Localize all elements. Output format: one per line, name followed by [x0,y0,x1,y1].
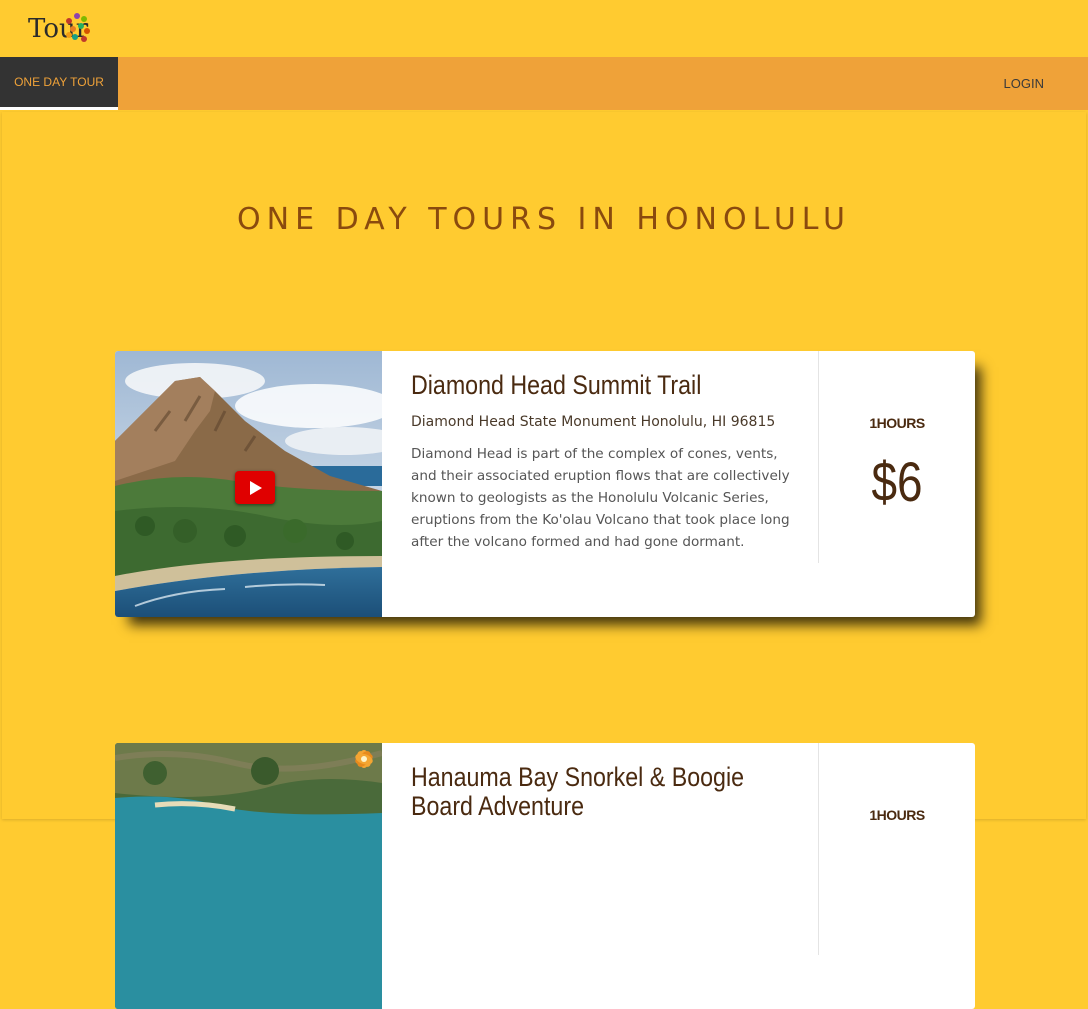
card-divider [818,743,819,955]
flower-badge-icon [355,750,373,768]
site-logo[interactable]: Tour [26,10,96,50]
hanauma-bay-photo [115,743,382,1009]
card-divider [818,351,819,563]
tour-price: $6 [871,450,923,513]
youtube-play-icon[interactable] [235,471,275,504]
nav-tab-label: ONE DAY TOUR [14,75,104,89]
tour-duration: 1HOURS [869,415,925,431]
tour-title[interactable]: Diamond Head Summit Trail [411,371,764,400]
page-title: ONE DAY TOURS IN HONOLULU [237,202,851,237]
tour-address: Diamond Head State Monument Honolulu, HI… [411,414,776,430]
main-navbar: ONE DAY TOUR LOGIN [0,57,1088,110]
tour-image[interactable] [115,743,382,1009]
logo-text: Tour [28,14,89,44]
tour-description: Diamond Head is part of the complex of c… [411,446,790,550]
tour-card[interactable]: Hanauma Bay Snorkel & Boogie Board Adven… [115,743,975,1009]
tour-title[interactable]: Hanauma Bay Snorkel & Boogie Board Adven… [411,763,764,821]
tour-card[interactable]: Diamond Head Summit Trail Diamond Head S… [115,351,975,617]
top-header: Tour [0,0,1088,57]
tour-duration: 1HOURS [869,807,925,823]
tour-image[interactable] [115,351,382,617]
login-link[interactable]: LOGIN [1004,76,1044,91]
nav-tab-one-day-tour[interactable]: ONE DAY TOUR [0,57,118,110]
